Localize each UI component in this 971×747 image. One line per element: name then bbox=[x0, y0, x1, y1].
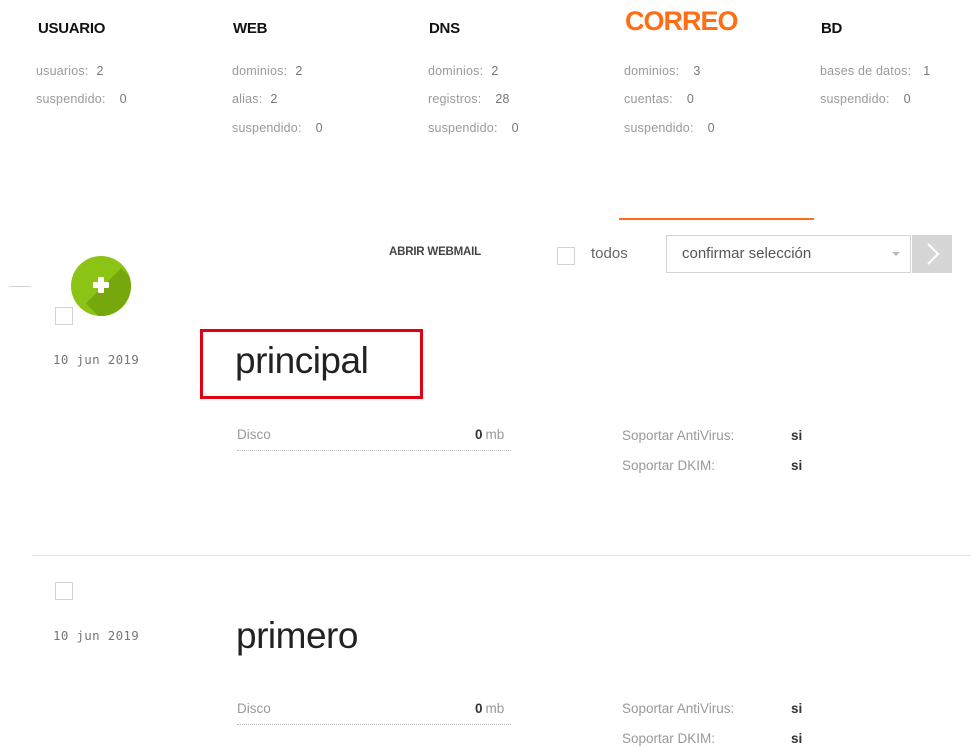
tab-bd-title[interactable]: BD bbox=[821, 20, 842, 37]
stat-usuarios: usuarios: 2 bbox=[36, 64, 104, 78]
disk-value: 0 mb bbox=[475, 427, 505, 442]
item-name[interactable]: primero bbox=[236, 615, 358, 657]
stat-suspendido: suspendido: 0 bbox=[624, 121, 715, 135]
button-shadow bbox=[85, 267, 131, 316]
dkim-value: si bbox=[791, 731, 803, 746]
tab-correo-title[interactable]: CORREO bbox=[625, 6, 739, 37]
item-divider bbox=[33, 555, 971, 556]
disk-usage-line bbox=[237, 724, 511, 725]
apply-action-button[interactable] bbox=[912, 235, 952, 273]
antivirus-label: Soportar AntiVirus: bbox=[622, 701, 735, 716]
divider bbox=[9, 286, 31, 287]
item-name[interactable]: principal bbox=[235, 340, 369, 382]
disk-usage-line bbox=[237, 450, 511, 451]
tab-dns-title[interactable]: DNS bbox=[429, 20, 460, 37]
select-all-label: todos bbox=[591, 245, 628, 262]
tab-usuario-title[interactable]: USUARIO bbox=[38, 20, 105, 37]
item-date: 10 jun 2019 bbox=[53, 352, 140, 367]
antivirus-value: si bbox=[791, 701, 803, 716]
active-tab-indicator bbox=[619, 218, 814, 220]
stat-dominios: dominios: 2 bbox=[428, 64, 499, 78]
stat-registros: registros: 28 bbox=[428, 92, 510, 106]
stat-dominios: dominios: 3 bbox=[624, 64, 701, 78]
stat-suspendido: suspendido: 0 bbox=[232, 121, 323, 135]
dkim-label: Soportar DKIM: bbox=[622, 458, 716, 473]
stat-alias: alias: 2 bbox=[232, 92, 278, 106]
bulk-action-value: confirmar selección bbox=[682, 245, 812, 262]
stat-bases-de-datos: bases de datos: 1 bbox=[820, 64, 931, 78]
select-all-checkbox[interactable] bbox=[557, 247, 575, 265]
item-checkbox[interactable] bbox=[55, 582, 73, 600]
chevron-down-icon bbox=[892, 252, 900, 256]
item-checkbox[interactable] bbox=[55, 307, 73, 325]
bulk-action-select[interactable]: confirmar selección bbox=[666, 235, 911, 273]
item-date: 10 jun 2019 bbox=[53, 628, 140, 643]
dkim-value: si bbox=[791, 458, 803, 473]
stat-suspendido: suspendido: 0 bbox=[428, 121, 519, 135]
disk-value: 0 mb bbox=[475, 701, 505, 716]
stat-dominios: dominios: 2 bbox=[232, 64, 303, 78]
disk-label: Disco bbox=[237, 701, 271, 716]
tab-web-title[interactable]: WEB bbox=[233, 20, 267, 37]
antivirus-value: si bbox=[791, 428, 803, 443]
stat-suspendido: suspendido: 0 bbox=[820, 92, 911, 106]
open-webmail-link[interactable]: ABRIR WEBMAIL bbox=[389, 246, 481, 258]
chevron-right-icon bbox=[927, 243, 940, 265]
stat-suspendido: suspendido: 0 bbox=[36, 92, 127, 106]
disk-label: Disco bbox=[237, 427, 271, 442]
add-button[interactable] bbox=[71, 256, 131, 316]
dkim-label: Soportar DKIM: bbox=[622, 731, 716, 746]
antivirus-label: Soportar AntiVirus: bbox=[622, 428, 735, 443]
stat-cuentas: cuentas: 0 bbox=[624, 92, 695, 106]
